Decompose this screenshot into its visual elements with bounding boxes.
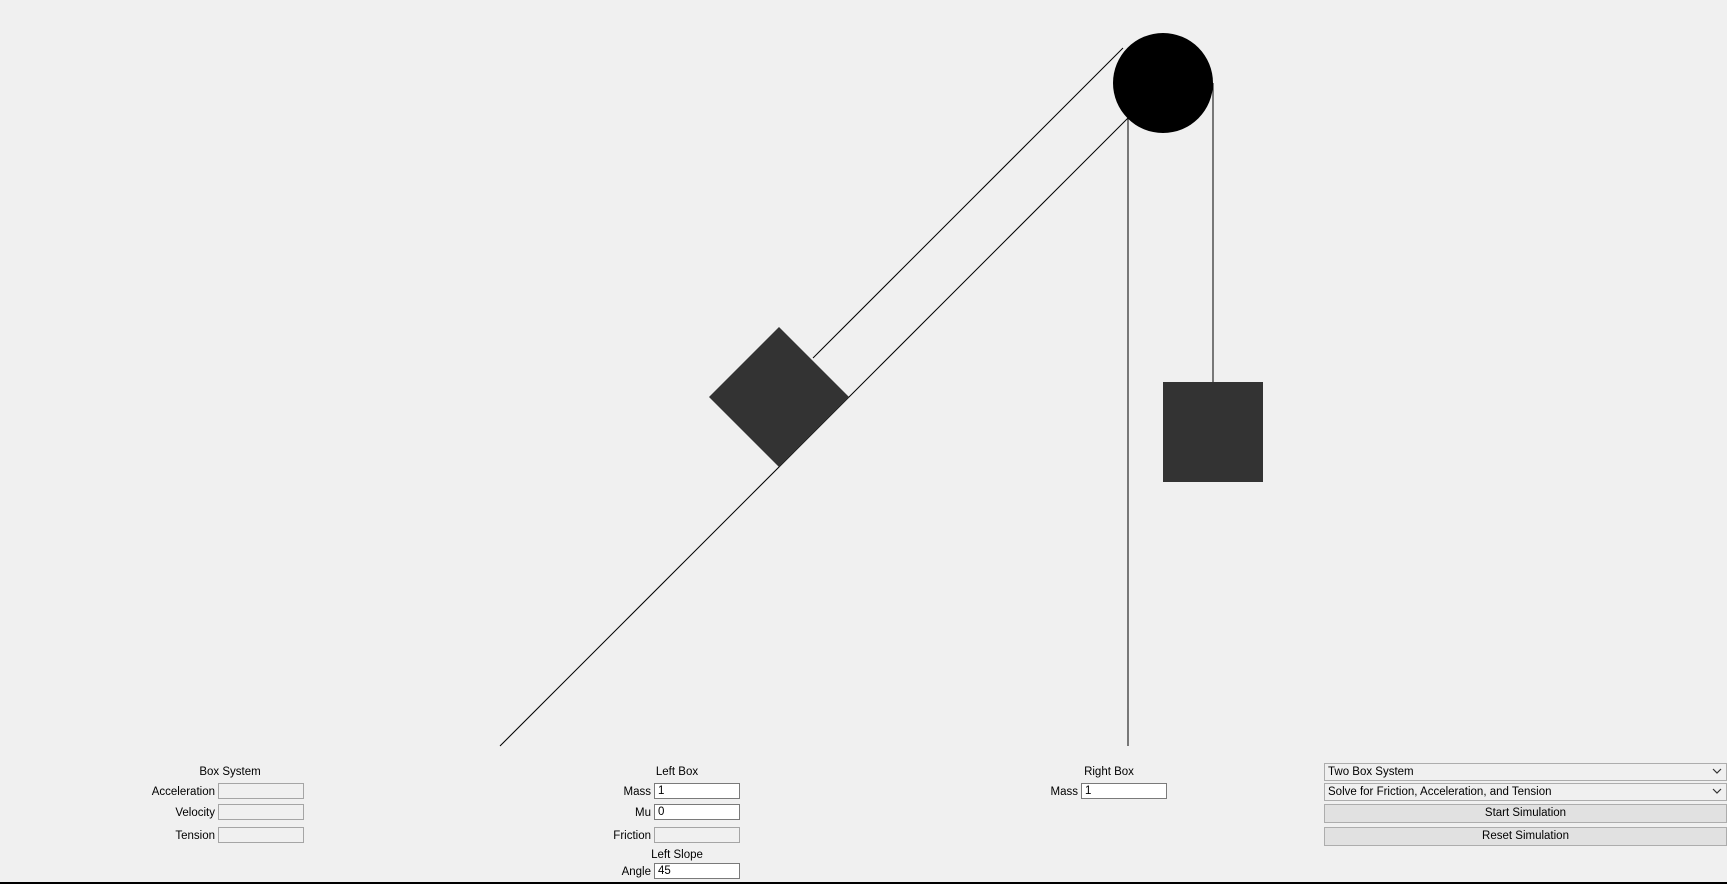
mu-field[interactable] (654, 804, 740, 820)
angle-label: Angle (621, 866, 651, 878)
acceleration-label: Acceleration (151, 786, 215, 798)
velocity-label: Velocity (175, 807, 215, 819)
system-type-value: Two Box System (1328, 766, 1414, 778)
mu-label: Mu (635, 807, 651, 819)
right-mass-label: Mass (1050, 786, 1078, 798)
acceleration-field[interactable] (218, 783, 304, 799)
right-box (1163, 382, 1263, 482)
left-slope-title: Left Slope (651, 849, 703, 861)
friction-field[interactable] (654, 827, 740, 843)
right-mass-field[interactable] (1081, 783, 1167, 799)
system-type-dropdown[interactable]: Two Box System (1324, 763, 1727, 781)
solve-mode-value: Solve for Friction, Acceleration, and Te… (1328, 786, 1552, 798)
chevron-down-icon (1712, 768, 1722, 774)
start-simulation-button[interactable]: Start Simulation (1324, 804, 1727, 823)
pulley (1113, 33, 1213, 133)
reset-simulation-button[interactable]: Reset Simulation (1324, 827, 1727, 846)
angle-field[interactable] (654, 863, 740, 879)
left-box (709, 327, 849, 467)
velocity-field[interactable] (218, 804, 304, 820)
solve-mode-dropdown[interactable]: Solve for Friction, Acceleration, and Te… (1324, 783, 1727, 801)
right-box-title: Right Box (1084, 766, 1134, 778)
tension-field[interactable] (218, 827, 304, 843)
friction-label: Friction (613, 830, 651, 842)
left-box-title: Left Box (655, 766, 699, 778)
chevron-down-icon (1712, 788, 1722, 794)
left-rope (812, 47, 1124, 359)
left-mass-label: Mass (623, 786, 651, 798)
box-system-title: Box System (199, 766, 261, 778)
tension-label: Tension (175, 830, 215, 842)
simulation-canvas (499, 33, 1263, 747)
left-mass-field[interactable] (654, 783, 740, 799)
